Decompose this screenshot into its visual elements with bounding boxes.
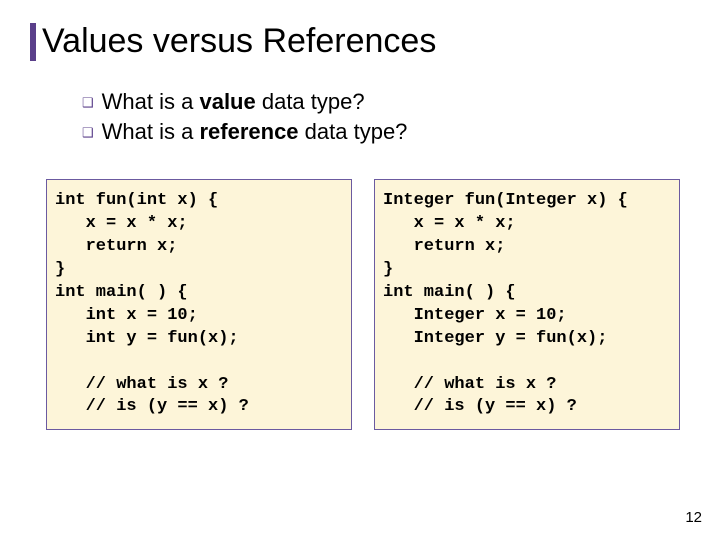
bullet-item: ❑ What is a reference data type? (82, 119, 690, 145)
bullet-bold: value (199, 89, 255, 114)
square-bullet-icon: ❑ (82, 95, 94, 111)
code-box-int: int fun(int x) { x = x * x; return x; } … (46, 179, 352, 430)
bullet-prefix: What is a (102, 89, 200, 114)
code-box-integer: Integer fun(Integer x) { x = x * x; retu… (374, 179, 680, 430)
bullet-text: What is a reference data type? (102, 119, 408, 145)
bullet-suffix: data type? (299, 119, 408, 144)
code-example-row: int fun(int x) { x = x * x; return x; } … (46, 179, 680, 430)
slide-title: Values versus References (42, 22, 436, 61)
bullet-suffix: data type? (256, 89, 365, 114)
bullet-text: What is a value data type? (102, 89, 365, 115)
page-number: 12 (685, 509, 702, 526)
bullet-prefix: What is a (102, 119, 200, 144)
slide-title-bar: Values versus References (30, 22, 690, 61)
bullet-item: ❑ What is a value data type? (82, 89, 690, 115)
square-bullet-icon: ❑ (82, 125, 94, 141)
bullet-list: ❑ What is a value data type? ❑ What is a… (82, 89, 690, 145)
title-accent-mark (30, 23, 36, 61)
bullet-bold: reference (199, 119, 298, 144)
